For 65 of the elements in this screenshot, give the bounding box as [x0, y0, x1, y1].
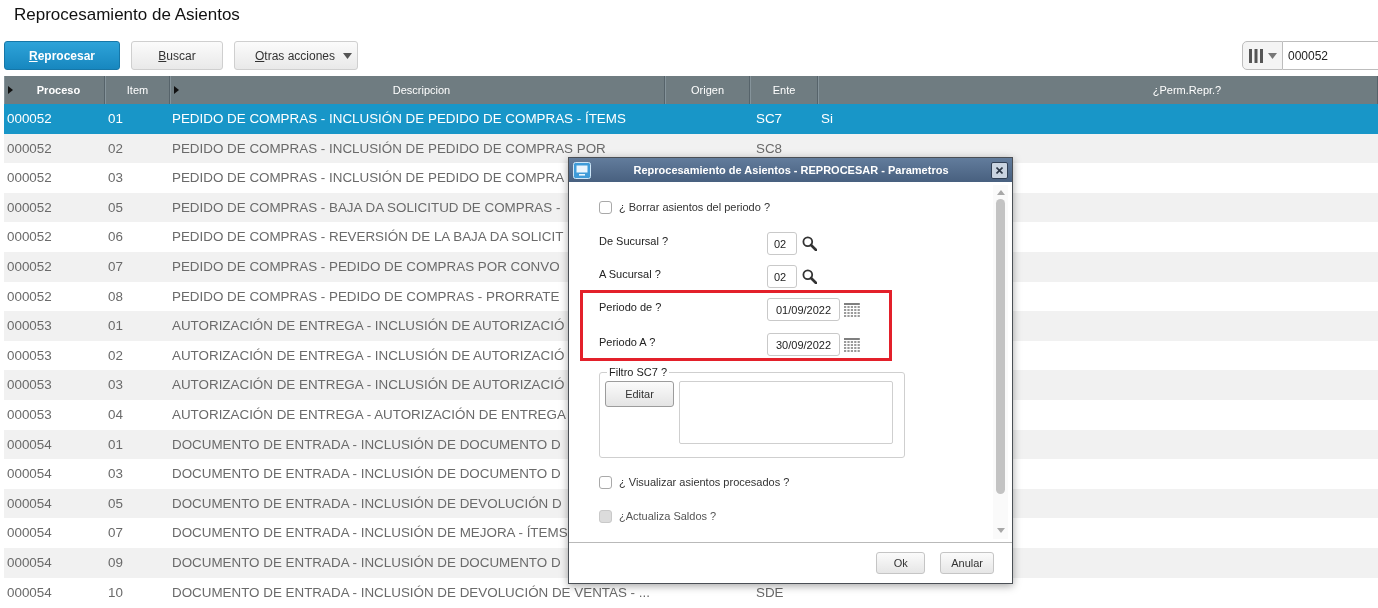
table-cell: DOCUMENTO DE ENTRADA - INCLUSIÓN DE DOCUMENTO D	[172, 555, 561, 570]
table-cell: PEDIDO DE COMPRAS - INCLUSIÓN DE PEDIDO DE COMPRAS - ÍTEMS	[172, 111, 626, 127]
table-cell: 000052	[7, 111, 52, 127]
table-cell: 10	[108, 584, 123, 600]
table-cell: PEDIDO DE COMPRAS - PEDIDO DE COMPRAS - PRORRATE	[172, 288, 560, 304]
checkbox-label: ¿Actualiza Saldos ?	[619, 510, 717, 522]
table-cell: Si	[821, 111, 833, 127]
table-cell: DOCUMENTO DE ENTRADA - INCLUSIÓN DE DOCUMENTO D	[172, 466, 561, 482]
table-cell: 03	[108, 466, 123, 482]
field-label: A Sucursal ?	[599, 267, 661, 281]
field-label: Periodo de ?	[599, 300, 662, 314]
table-cell: 08	[108, 288, 123, 304]
table-cell: 05	[108, 199, 123, 215]
table-cell: 04	[108, 407, 123, 423]
table-cell: 03	[108, 170, 123, 186]
checkbox-label: ¿ Borrar asientos del periodo ?	[619, 201, 771, 213]
table-cell: 000052	[7, 170, 52, 186]
table-cell: 000052	[7, 288, 52, 304]
table-cell: 01	[108, 111, 123, 127]
table-cell: 000052	[7, 140, 52, 156]
table-cell: SC7	[756, 111, 783, 127]
table-cell: DOCUMENTO DE ENTRADA - INCLUSIÓN DE MEJORA - ÍTEMS	[172, 525, 568, 541]
table-cell: 000054	[7, 495, 52, 511]
table-cell: AUTORIZACIÓN DE ENTREGA - INCLUSIÓN DE AUTORIZACIÓ	[172, 347, 565, 363]
checkbox-label: ¿ Visualizar asientos procesados ?	[619, 476, 790, 488]
field-label: Periodo A ?	[599, 335, 656, 349]
table-cell: 02	[108, 140, 123, 156]
page-title: Reprocesamiento de Asientos	[13, 4, 240, 26]
table-cell: 07	[108, 259, 123, 275]
table-cell: 000052	[7, 199, 52, 215]
table-cell: 03	[108, 377, 123, 393]
table-cell: PEDIDO DE COMPRAS - REVERSIÓN DE LA BAJA DA SOLICIT	[172, 229, 564, 245]
table-cell: 000054	[7, 584, 52, 600]
table-cell: SC8	[756, 140, 783, 156]
table-cell: 09	[108, 555, 123, 570]
table-cell: 000052	[7, 259, 52, 275]
table-cell: SDE	[756, 584, 784, 600]
table-cell: DOCUMENTO DE ENTRADA - INCLUSIÓN DE DOCUMENTO D	[172, 436, 561, 452]
table-cell: 07	[108, 525, 123, 541]
table-cell: 000053	[7, 407, 52, 423]
table-cell: PEDIDO DE COMPRAS - PEDIDO DE COMPRAS POR CONVO	[172, 259, 560, 275]
group-legend: Filtro SC7 ?	[607, 366, 670, 378]
table-cell: 06	[108, 229, 123, 245]
table-cell: 000053	[7, 377, 52, 393]
field-label: De Sucursal ?	[599, 234, 669, 248]
table-cell: PEDIDO DE COMPRAS - INCLUSIÓN DE PEDIDO DE COMPRA	[172, 170, 565, 186]
table-cell: 000054	[7, 466, 52, 482]
table-cell: DOCUMENTO DE ENTRADA - INCLUSIÓN DE DEVOLUCIÓN DE VENTAS - ...	[172, 584, 650, 600]
table-cell: 05	[108, 495, 123, 511]
table-cell: AUTORIZACIÓN DE ENTREGA - INCLUSIÓN DE AUTORIZACIÓ	[172, 377, 565, 393]
table-cell: AUTORIZACIÓN DE ENTREGA - INCLUSIÓN DE AUTORIZACIÓ	[172, 318, 565, 334]
table-cell: PEDIDO DE COMPRAS - BAJA DA SOLICITUD DE COMPRAS -	[172, 199, 561, 215]
table-cell: 000053	[7, 347, 52, 363]
table-cell: 01	[108, 436, 123, 452]
table-cell: 000054	[7, 436, 52, 452]
table-cell: 01	[108, 318, 123, 334]
table-cell: 000052	[7, 229, 52, 245]
table-cell: 000054	[7, 555, 52, 570]
dialog-title: Reprocesamiento de Asientos - REPROCESAR - Parametros	[632, 164, 950, 176]
table-cell: 000053	[7, 318, 52, 334]
table-cell: AUTORIZACIÓN DE ENTREGA - AUTORIZACIÓN DE ENTREGA	[172, 407, 566, 423]
table-cell: 02	[108, 347, 123, 363]
table-cell: DOCUMENTO DE ENTRADA - INCLUSIÓN DE DEVOLUCIÓN D	[172, 495, 562, 511]
table-cell: PEDIDO DE COMPRAS - INCLUSIÓN DE PEDIDO DE COMPRAS POR	[172, 140, 606, 156]
table-cell: 000054	[7, 525, 52, 541]
